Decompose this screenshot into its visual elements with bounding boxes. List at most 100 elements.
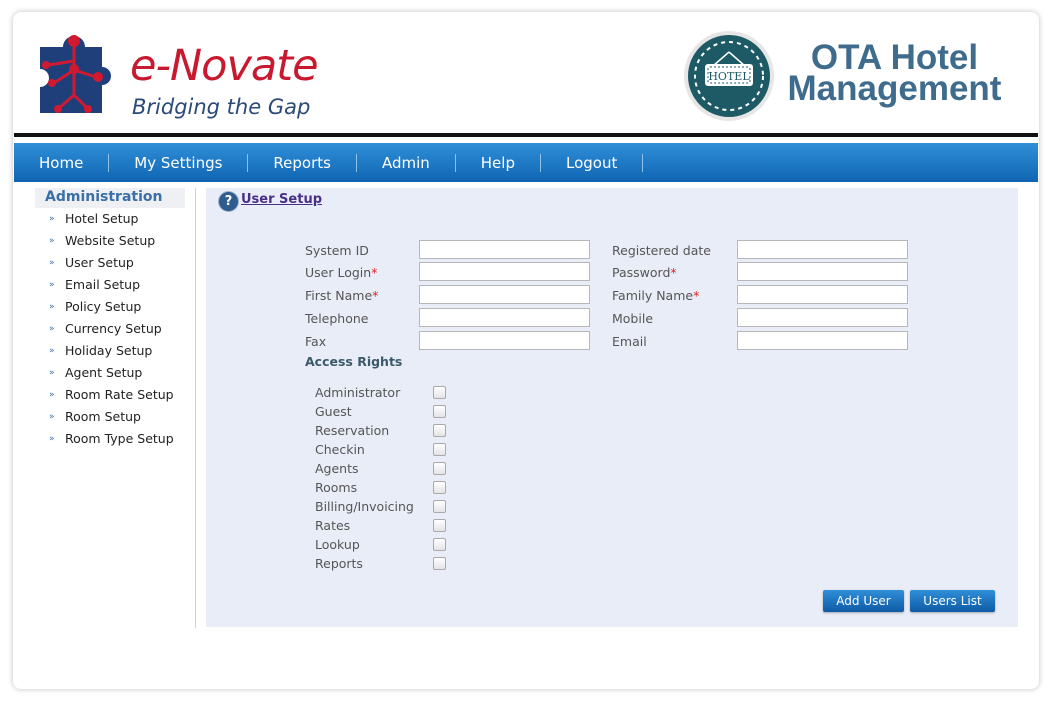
sidebar-item-policy-setup[interactable]: » Policy Setup: [35, 296, 195, 318]
main-nav: Home My Settings Reports Admin Help Logo…: [14, 143, 1038, 182]
lookup-checkbox[interactable]: [433, 538, 446, 551]
first-name-input[interactable]: [419, 285, 590, 304]
nav-logout[interactable]: Logout: [541, 153, 644, 172]
bullet-icon: »: [49, 368, 55, 378]
access-row-reports: Reports: [315, 554, 515, 573]
user-login-label: User Login*: [305, 265, 377, 280]
access-row-lookup: Lookup: [315, 535, 515, 554]
bullet-icon: »: [49, 236, 55, 246]
bullet-icon: »: [49, 390, 55, 400]
panel-title[interactable]: User Setup: [241, 192, 322, 207]
bullet-icon: »: [49, 412, 55, 422]
add-user-button[interactable]: Add User: [823, 590, 904, 612]
help-icon[interactable]: ?: [218, 191, 239, 212]
access-label: Reservation: [315, 423, 390, 438]
sidebar-item-email-setup[interactable]: » Email Setup: [35, 274, 195, 296]
fax-label: Fax: [305, 334, 327, 349]
app-title-line2: Management: [787, 69, 1002, 108]
agents-checkbox[interactable]: [433, 462, 446, 475]
access-label: Administrator: [315, 385, 401, 400]
registered-date-input[interactable]: [737, 240, 908, 259]
nav-admin[interactable]: Admin: [357, 153, 456, 172]
billing-checkbox[interactable]: [433, 500, 446, 513]
brand-name: e-Novate: [130, 41, 319, 91]
bullet-icon: »: [49, 324, 55, 334]
sidebar-item-hotel-setup[interactable]: » Hotel Setup: [35, 208, 195, 230]
user-setup-panel: ? User Setup System ID User Login* First…: [206, 188, 1018, 627]
access-row-agents: Agents: [315, 459, 515, 478]
sidebar: Administration » Hotel Setup » Website Set…: [35, 188, 195, 450]
guest-checkbox[interactable]: [433, 405, 446, 418]
telephone-label: Telephone: [305, 311, 369, 326]
header-rule: [14, 133, 1038, 137]
reservation-checkbox[interactable]: [433, 424, 446, 437]
sidebar-item-currency-setup[interactable]: » Currency Setup: [35, 318, 195, 340]
password-label-text: Password: [612, 265, 671, 280]
email-input[interactable]: [737, 331, 908, 350]
sidebar-item-holiday-setup[interactable]: » Holiday Setup: [35, 340, 195, 362]
access-label: Lookup: [315, 537, 360, 552]
sidebar-item-room-rate-setup[interactable]: » Room Rate Setup: [35, 384, 195, 406]
bullet-icon: »: [49, 346, 55, 356]
mobile-input[interactable]: [737, 308, 908, 327]
hotel-badge-text: HOTEL: [708, 70, 750, 83]
family-name-input[interactable]: [737, 285, 908, 304]
access-row-checkin: Checkin: [315, 440, 515, 459]
required-mark: *: [371, 265, 378, 280]
family-name-label: Family Name*: [612, 288, 699, 303]
app-title: OTA Hotel Management: [782, 40, 1007, 108]
users-list-button[interactable]: Users List: [910, 590, 995, 612]
sidebar-divider: [195, 188, 196, 628]
first-name-label: First Name*: [305, 288, 378, 303]
sidebar-item-label: Room Rate Setup: [65, 387, 174, 402]
sidebar-item-label: Website Setup: [65, 233, 156, 248]
email-label: Email: [612, 334, 647, 349]
enovate-logo: e-Novate Bridging the Gap: [30, 25, 360, 125]
sidebar-title: Administration: [35, 188, 185, 208]
reports-checkbox[interactable]: [433, 557, 446, 570]
system-id-input[interactable]: [419, 240, 590, 259]
nav-help[interactable]: Help: [456, 153, 541, 172]
access-label: Billing/Invoicing: [315, 499, 414, 514]
access-row-rates: Rates: [315, 516, 515, 535]
access-label: Reports: [315, 556, 363, 571]
mobile-label: Mobile: [612, 311, 654, 326]
password-label: Password*: [612, 265, 677, 280]
sidebar-item-label: Hotel Setup: [65, 211, 139, 226]
required-mark: *: [693, 288, 700, 303]
rates-checkbox[interactable]: [433, 519, 446, 532]
access-rights-title: Access Rights: [305, 354, 403, 369]
checkin-checkbox[interactable]: [433, 443, 446, 456]
puzzle-logo-icon: [40, 35, 111, 113]
administrator-checkbox[interactable]: [433, 386, 446, 399]
bullet-icon: »: [49, 302, 55, 312]
rooms-checkbox[interactable]: [433, 481, 446, 494]
access-label: Checkin: [315, 442, 365, 457]
access-row-reservation: Reservation: [315, 421, 515, 440]
nav-home[interactable]: Home: [14, 153, 110, 172]
access-label: Rates: [315, 518, 351, 533]
sidebar-item-label: Room Setup: [65, 409, 141, 424]
sidebar-item-user-setup[interactable]: » User Setup: [35, 252, 195, 274]
brand-suffix: Novate: [169, 41, 319, 91]
sidebar-item-label: Agent Setup: [65, 365, 143, 380]
sidebar-item-label: Email Setup: [65, 277, 141, 292]
sidebar-item-website-setup[interactable]: » Website Setup: [35, 230, 195, 252]
bullet-icon: »: [49, 258, 55, 268]
telephone-input[interactable]: [419, 308, 590, 327]
sidebar-item-room-type-setup[interactable]: » Room Type Setup: [35, 428, 195, 450]
required-mark: *: [372, 288, 379, 303]
sidebar-item-room-setup[interactable]: » Room Setup: [35, 406, 195, 428]
password-input[interactable]: [737, 262, 908, 281]
user-login-input[interactable]: [419, 262, 590, 281]
hotel-badge-icon: HOTEL: [684, 31, 774, 121]
sidebar-item-agent-setup[interactable]: » Agent Setup: [35, 362, 195, 384]
access-label: Guest: [315, 404, 352, 419]
brand-prefix: e-: [130, 41, 171, 91]
nav-my-settings[interactable]: My Settings: [109, 153, 249, 172]
user-login-label-text: User Login: [305, 265, 372, 280]
nav-reports[interactable]: Reports: [248, 153, 357, 172]
first-name-label-text: First Name: [305, 288, 373, 303]
access-label: Rooms: [315, 480, 358, 495]
fax-input[interactable]: [419, 331, 590, 350]
